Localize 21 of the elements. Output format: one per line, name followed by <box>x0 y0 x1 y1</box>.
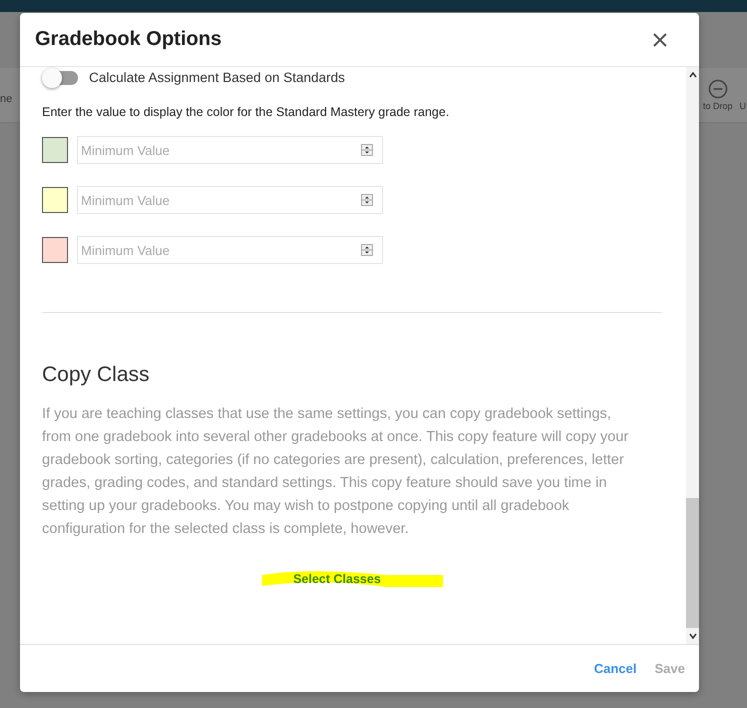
spinner-icon[interactable] <box>361 144 373 156</box>
scroll-up-icon[interactable] <box>688 70 698 80</box>
spinner-icon[interactable] <box>361 194 373 206</box>
toolbar-label: ne <box>0 93 12 105</box>
number-field[interactable]: Minimum Value <box>77 236 383 264</box>
description-text: If you are teaching classes that use the same settings, you can copy gradebook settings, from one gradebook into several other gradebooks at once. This copy feature will copy your gradebook sorting, categories (if no categories are present), calculation, preferences, letter grades, grading codes, and standard settings. This copy feature should save you time in setting up your gradebooks. You may wish to postpone copying until all gradebook configuration for the selected class is complete, however. <box>42 405 630 539</box>
minus-circle-icon <box>708 79 728 99</box>
toolbar-label: to Drop <box>702 101 732 111</box>
toggle-switch[interactable] <box>44 70 78 84</box>
dialog-button[interactable]: Cancel <box>588 657 643 680</box>
section-heading: Copy Class <box>42 363 150 387</box>
dialog-title: Gradebook Options <box>35 28 222 51</box>
number-field[interactable]: Minimum Value <box>77 136 383 164</box>
scroll-down-icon[interactable] <box>688 631 698 641</box>
number-field[interactable]: Minimum Value <box>77 186 383 214</box>
instruction-text: Enter the value to display the color for the Standard Mastery grade range. <box>42 105 450 119</box>
toolbar-label: U <box>740 101 746 111</box>
close-icon[interactable] <box>652 32 668 48</box>
toggle-label: Calculate Assignment Based on Standards <box>89 70 345 85</box>
spinner-icon[interactable] <box>361 244 373 256</box>
scrollbar-thumb[interactable] <box>686 498 699 628</box>
